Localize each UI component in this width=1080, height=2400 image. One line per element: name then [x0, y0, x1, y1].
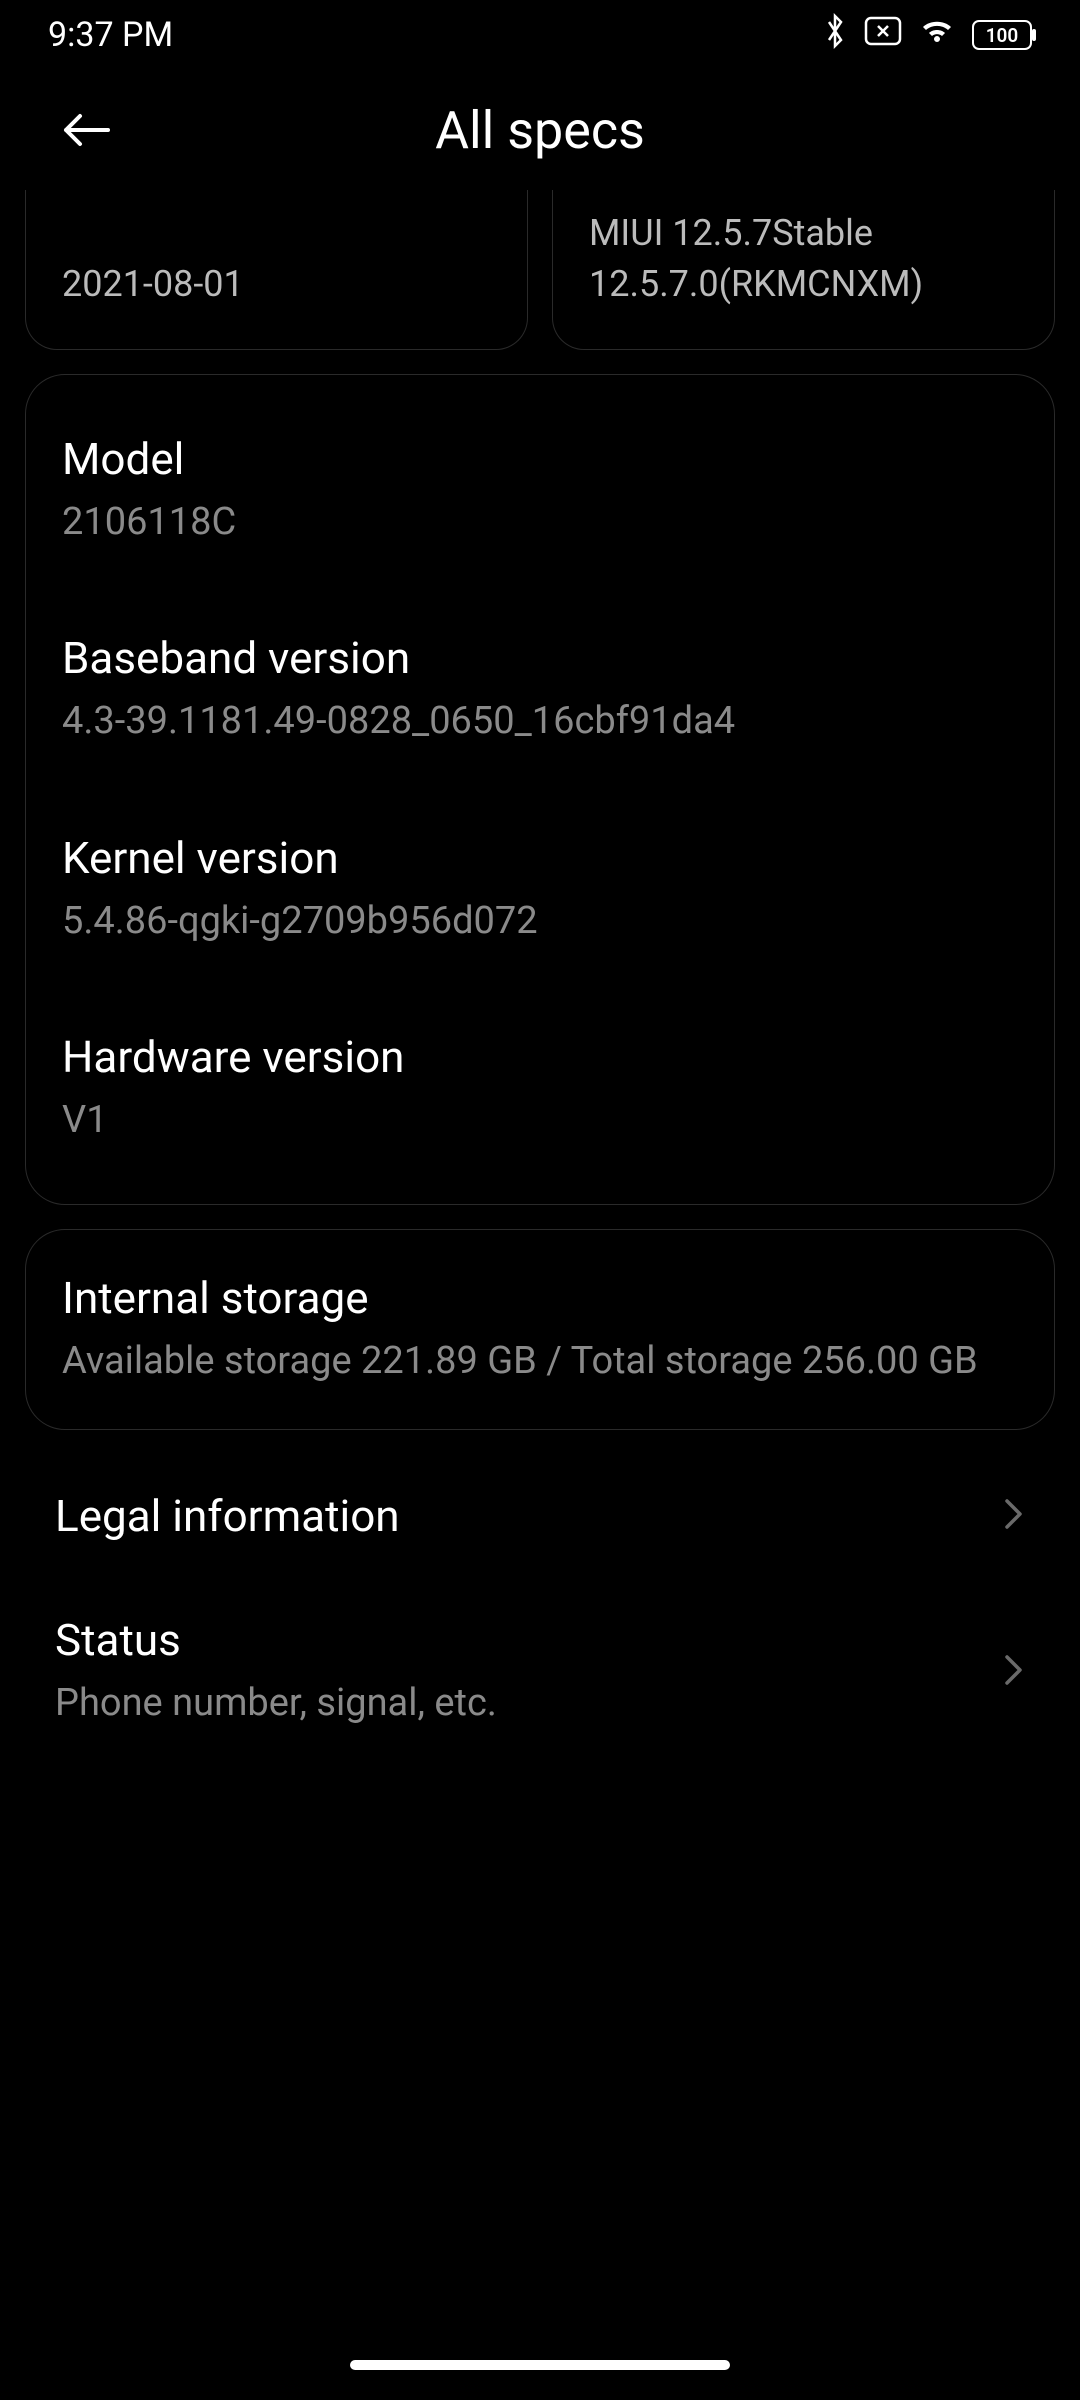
spec-title: Model [62, 433, 1018, 485]
specs-card: Model 2106118C Baseband version 4.3-39.1… [25, 374, 1055, 1205]
arrow-left-icon [60, 110, 112, 150]
top-cards-row: 2021-08-01 MIUI 12.5.7Stable 12.5.7.0(RK… [25, 190, 1055, 350]
miui-version-card[interactable]: MIUI 12.5.7Stable 12.5.7.0(RKMCNXM) [552, 190, 1055, 350]
battery-icon: 100 [972, 20, 1032, 50]
bluetooth-icon [822, 13, 848, 58]
spec-item-model[interactable]: Model 2106118C [62, 425, 1018, 590]
spec-title: Kernel version [62, 832, 1018, 884]
home-indicator[interactable] [350, 2360, 730, 2370]
storage-card[interactable]: Internal storage Available storage 221.8… [25, 1229, 1055, 1430]
wifi-icon [918, 15, 956, 55]
spec-title: Hardware version [62, 1031, 1018, 1083]
status-item[interactable]: Status Phone number, signal, etc. [25, 1578, 1055, 1765]
spec-item-hardware[interactable]: Hardware version V1 [62, 989, 1018, 1154]
storage-value: Available storage 221.89 GB / Total stor… [62, 1336, 1018, 1387]
spec-item-kernel[interactable]: Kernel version 5.4.86-qgki-g2709b956d072 [62, 790, 1018, 989]
chevron-right-icon [1003, 1497, 1025, 1535]
back-button[interactable] [56, 100, 116, 160]
page-title: All specs [435, 100, 645, 161]
no-sim-icon [864, 15, 902, 55]
status-title: Status [55, 1614, 987, 1666]
miui-version-line2: 12.5.7.0(RKMCNXM) [589, 259, 1018, 309]
spec-value: 2106118C [62, 497, 1018, 548]
security-patch-card[interactable]: 2021-08-01 [25, 190, 528, 350]
legal-information-item[interactable]: Legal information [25, 1454, 1055, 1578]
legal-title: Legal information [55, 1490, 987, 1542]
spec-title: Baseband version [62, 632, 1018, 684]
spec-value: 4.3-39.1181.49-0828_0650_16cbf91da4 [62, 696, 1018, 747]
status-bar: 9:37 PM 100 [0, 0, 1080, 70]
security-patch-value: 2021-08-01 [62, 259, 491, 309]
storage-title: Internal storage [62, 1272, 1018, 1324]
content-area: 2021-08-01 MIUI 12.5.7Stable 12.5.7.0(RK… [0, 190, 1080, 1766]
status-time: 9:37 PM [48, 15, 173, 55]
chevron-right-icon [1003, 1653, 1025, 1691]
miui-version-line1: MIUI 12.5.7Stable [589, 208, 1018, 258]
spec-value: 5.4.86-qgki-g2709b956d072 [62, 896, 1018, 947]
status-subtitle: Phone number, signal, etc. [55, 1678, 987, 1729]
page-header: All specs [0, 70, 1080, 190]
spec-value: V1 [62, 1095, 1018, 1146]
status-icons: 100 [822, 13, 1032, 58]
spec-item-baseband[interactable]: Baseband version 4.3-39.1181.49-0828_065… [62, 590, 1018, 789]
